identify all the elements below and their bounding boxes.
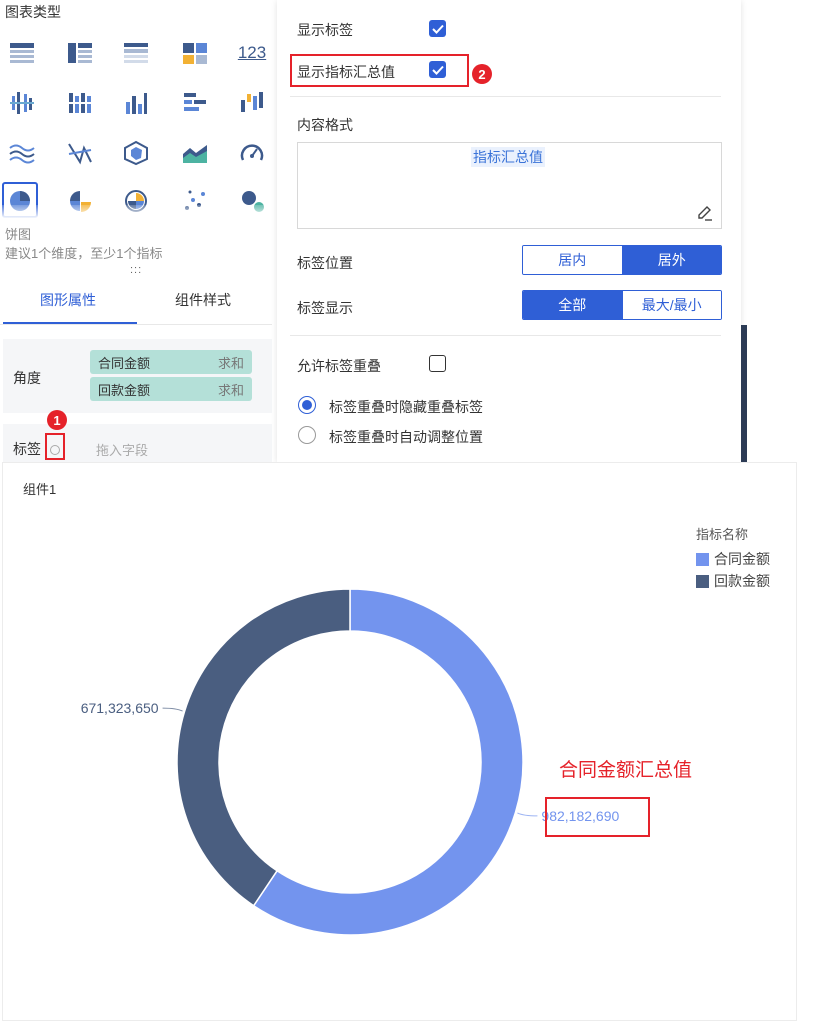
label-leader-line bbox=[517, 812, 538, 817]
gauge-icon[interactable] bbox=[237, 138, 267, 168]
chart-widget: 组件1 指标名称 合同金额 回款金额 982,182,690 671,323,65… bbox=[2, 462, 797, 1021]
field-name: 合同金额 bbox=[98, 355, 151, 371]
angle-property-box: 角度 合同金额 求和 回款金额 求和 bbox=[3, 339, 272, 413]
allow-overlap-checkbox[interactable] bbox=[429, 355, 446, 372]
label-property-row: 标签 拖入字段 bbox=[3, 424, 272, 462]
label-settings-popup: 显示标签 显示指标汇总值 2 内容格式 指标汇总值 标签位置 居内 居外 标签显… bbox=[277, 0, 741, 462]
tab-graphic-properties[interactable]: 图形属性 bbox=[40, 290, 96, 310]
table-icon[interactable] bbox=[7, 38, 37, 68]
overlap-adjust-radio[interactable] bbox=[298, 426, 316, 444]
gear-highlight-box bbox=[45, 433, 65, 460]
value-highlight-box bbox=[545, 797, 650, 837]
check-icon bbox=[431, 24, 444, 34]
area-wave-icon[interactable] bbox=[7, 138, 37, 168]
field-pill-contract-amount[interactable]: 合同金额 求和 bbox=[90, 350, 252, 374]
active-tab-indicator bbox=[3, 322, 137, 324]
edit-icon[interactable] bbox=[696, 204, 714, 222]
field-aggregation[interactable]: 求和 bbox=[218, 380, 244, 399]
angle-label: 角度 bbox=[13, 370, 41, 386]
selected-chart-hint: 建议1个维度，至少1个指标 bbox=[5, 246, 163, 261]
stacked-bar-icon[interactable] bbox=[65, 88, 95, 118]
overlap-hide-label[interactable]: 标签重叠时隐藏重叠标签 bbox=[329, 397, 483, 417]
icon-grid-fade bbox=[0, 205, 278, 219]
show-total-text: 显示指标汇总值 bbox=[297, 64, 395, 80]
show-label-text: 显示标签 bbox=[297, 22, 353, 38]
overlap-adjust-label[interactable]: 标签重叠时自动调整位置 bbox=[329, 427, 483, 447]
selected-chart-name: 饼图 bbox=[5, 227, 32, 242]
show-total-checkbox[interactable] bbox=[429, 61, 446, 78]
content-format-editor[interactable]: 指标汇总值 bbox=[297, 142, 722, 229]
divider bbox=[290, 335, 721, 336]
check-icon bbox=[431, 65, 444, 75]
gear-icon[interactable] bbox=[50, 445, 60, 455]
horizontal-bar-icon[interactable] bbox=[180, 88, 210, 118]
step-badge-2: 2 bbox=[472, 64, 492, 84]
overlap-hide-radio[interactable] bbox=[298, 396, 316, 414]
summary-annotation: 合同金额汇总值 bbox=[559, 760, 693, 781]
label-position-outside[interactable]: 居外 bbox=[621, 246, 721, 274]
field-pill-payment-amount[interactable]: 回款金额 求和 bbox=[90, 377, 252, 401]
label-position-inside[interactable]: 居内 bbox=[523, 246, 622, 274]
matrix-icon[interactable] bbox=[180, 38, 210, 68]
label-position-segmented: 居内 居外 bbox=[522, 245, 722, 275]
field-aggregation[interactable]: 求和 bbox=[218, 353, 244, 372]
summary-value-token[interactable]: 指标汇总值 bbox=[471, 147, 545, 167]
tab-bar-divider bbox=[0, 324, 272, 325]
label-display-maxmin[interactable]: 最大/最小 bbox=[621, 291, 721, 319]
drag-handle[interactable]: ::: bbox=[130, 264, 142, 276]
slice-value-label: 671,323,650 bbox=[81, 700, 159, 716]
label-label: 标签 bbox=[13, 441, 41, 457]
donut-slice-1[interactable] bbox=[176, 588, 351, 907]
grouped-bar-icon[interactable] bbox=[7, 88, 37, 118]
label-position-label: 标签位置 bbox=[297, 255, 353, 271]
scrollbar[interactable] bbox=[741, 325, 747, 462]
chart-type-section-title: 图表类型 bbox=[5, 4, 61, 20]
allow-overlap-label: 允许标签重叠 bbox=[297, 358, 381, 374]
kpi-icon-text: 123 bbox=[237, 43, 267, 62]
radar-line-icon[interactable] bbox=[65, 138, 95, 168]
tab-component-style[interactable]: 组件样式 bbox=[175, 290, 231, 310]
label-display-all[interactable]: 全部 bbox=[523, 291, 622, 319]
radar-icon[interactable] bbox=[121, 138, 151, 168]
waterfall-icon[interactable] bbox=[237, 88, 267, 118]
step-badge-1: 1 bbox=[47, 410, 67, 430]
show-label-checkbox[interactable] bbox=[429, 20, 446, 37]
drop-field-placeholder[interactable]: 拖入字段 bbox=[96, 440, 148, 459]
left-config-panel: 图表类型 123 饼图 建议1个维度，至少1个指标::: 图形属性 组件样式 … bbox=[0, 0, 278, 462]
field-name: 回款金额 bbox=[98, 382, 151, 398]
content-format-label: 内容格式 bbox=[297, 117, 353, 133]
divider bbox=[290, 96, 721, 97]
cross-table-icon[interactable] bbox=[65, 38, 95, 68]
detail-table-icon[interactable] bbox=[121, 38, 151, 68]
donut-chart: 982,182,690671,323,650 bbox=[81, 588, 619, 936]
area-chart-icon[interactable] bbox=[180, 138, 210, 168]
label-display-label: 标签显示 bbox=[297, 300, 353, 316]
label-leader-line bbox=[162, 707, 183, 712]
column-icon[interactable] bbox=[121, 88, 151, 118]
kpi-number-icon[interactable]: 123 bbox=[237, 38, 267, 68]
label-display-segmented: 全部 最大/最小 bbox=[522, 290, 722, 320]
